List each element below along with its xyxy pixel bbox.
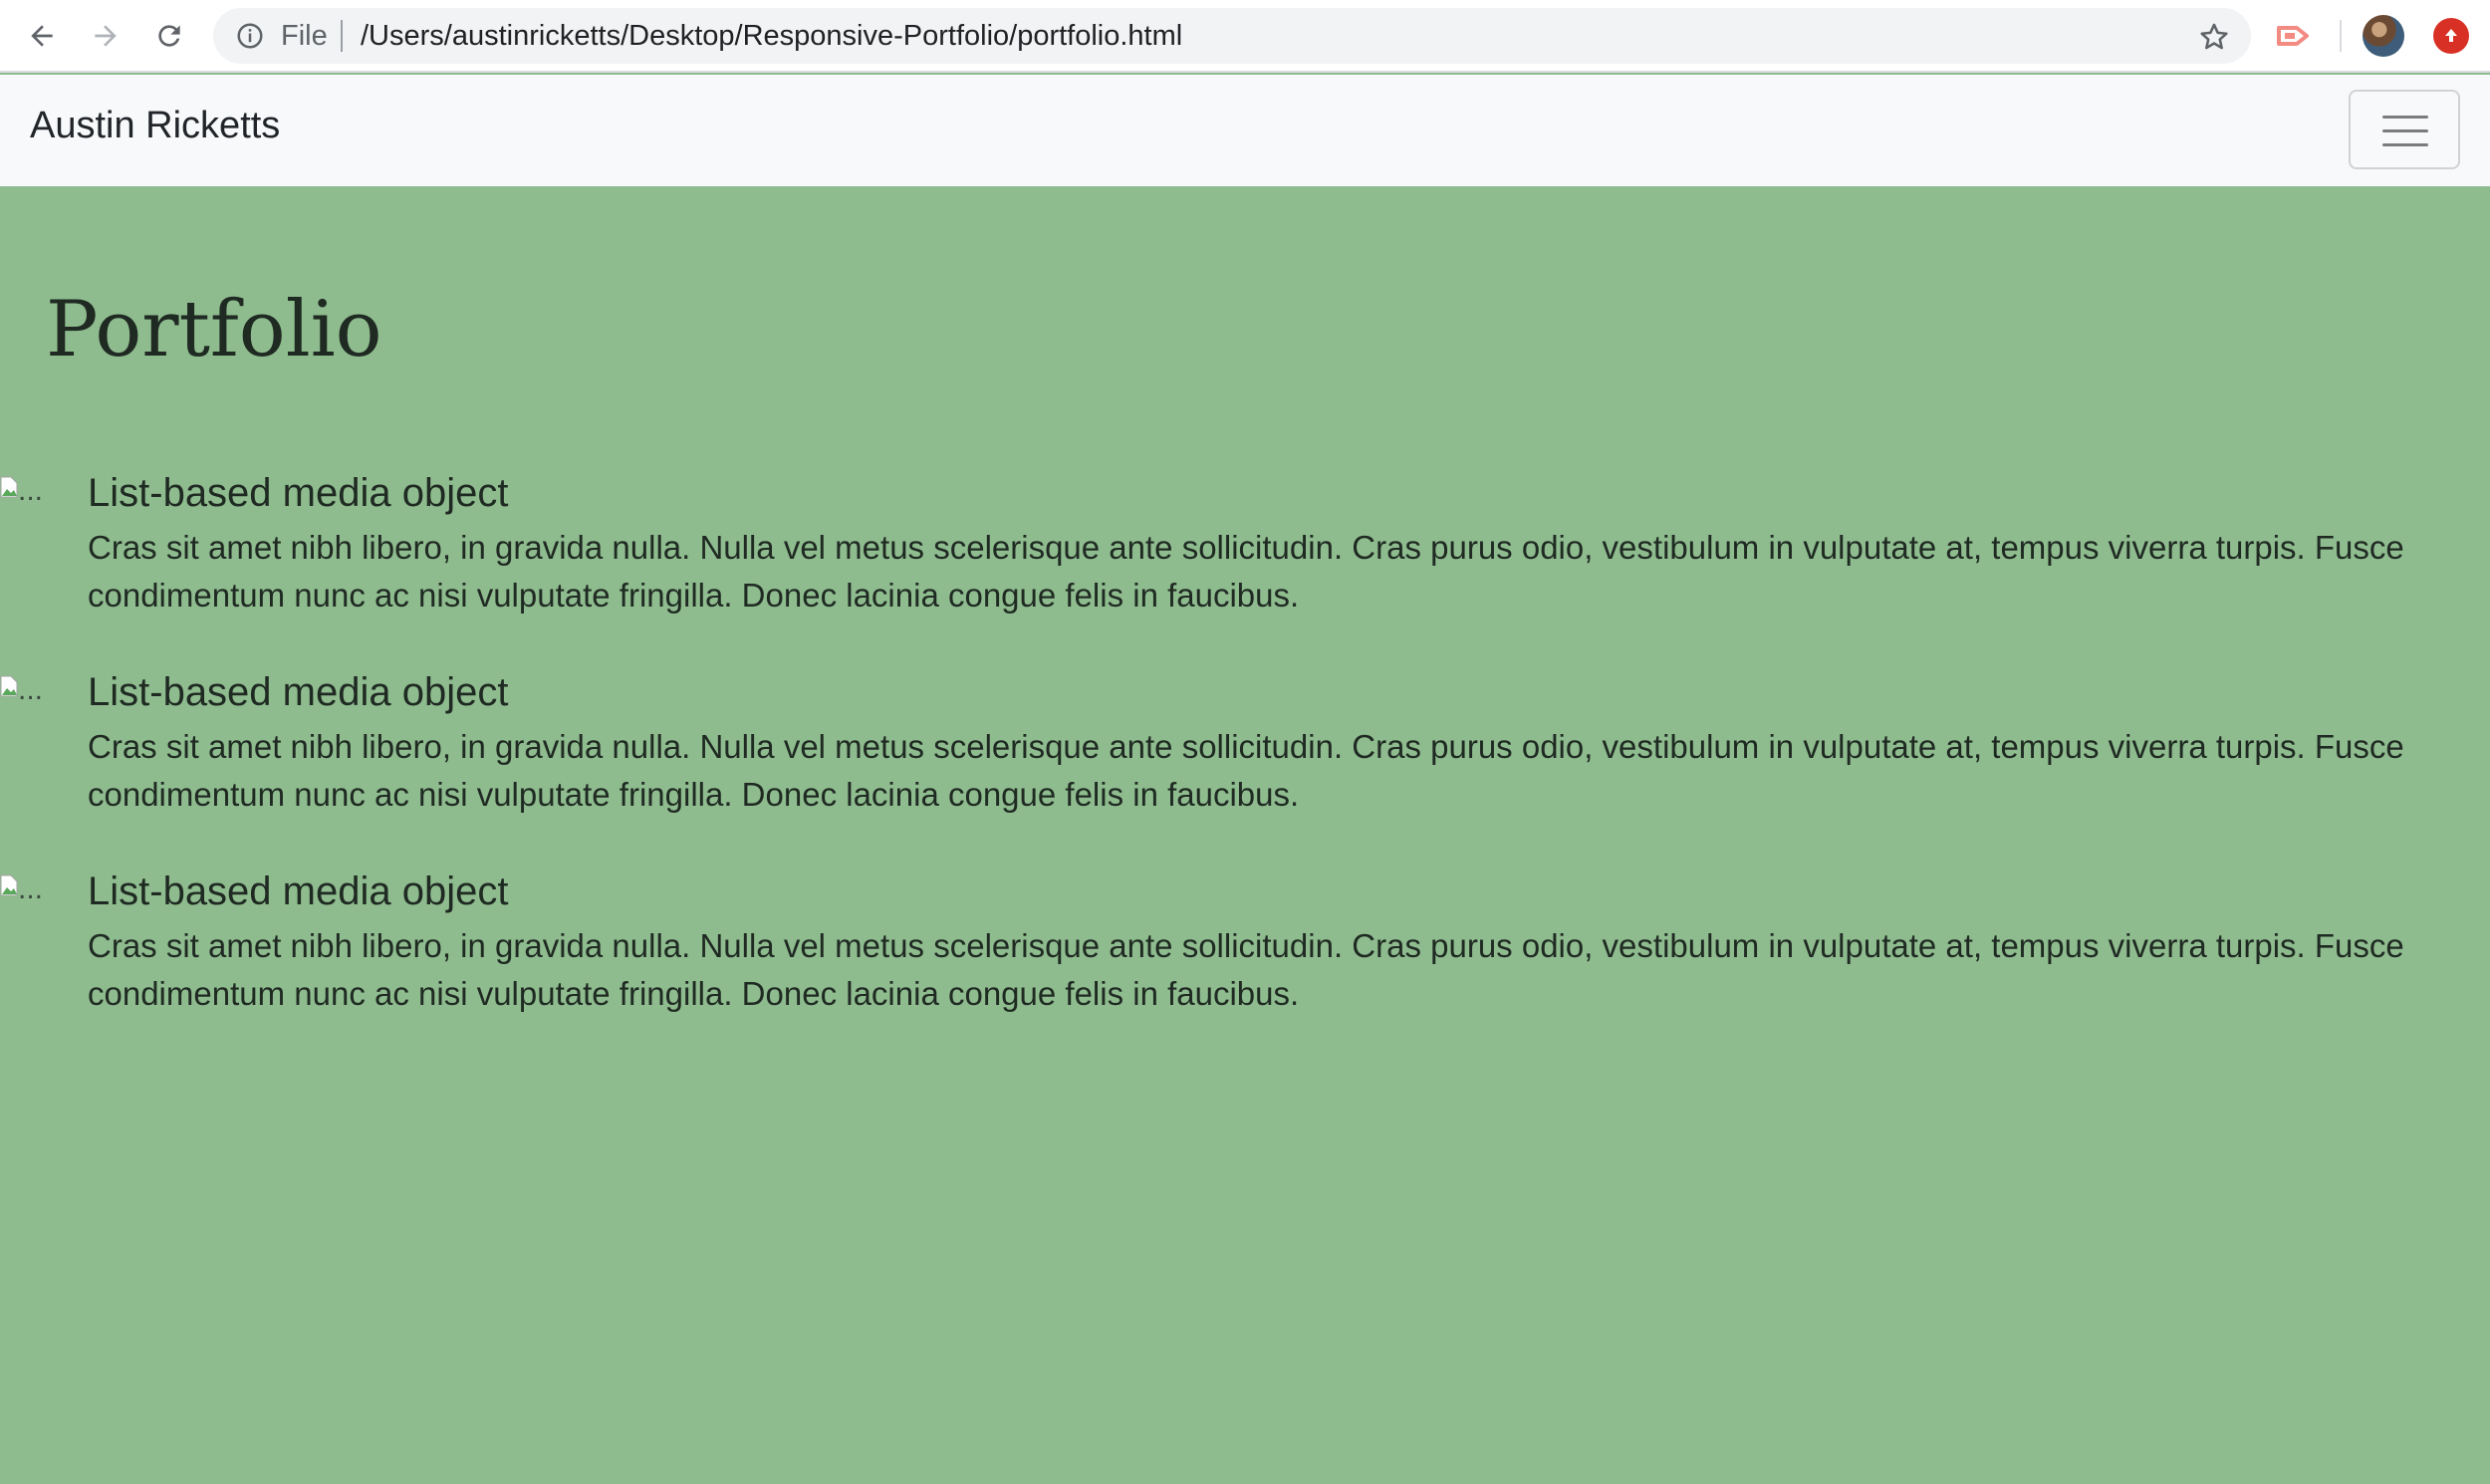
media-item: ... List-based media object Cras sit ame… [0,866,2490,1066]
media-text: Cras sit amet nibh libero, in gravida nu… [88,529,2404,614]
navbar-toggler-button[interactable] [2349,90,2460,169]
url-text[interactable]: /Users/austinricketts/Desktop/Responsive… [361,20,1182,53]
media-body: List-based media object Cras sit amet ni… [88,866,2408,1018]
update-icon[interactable] [2433,18,2469,54]
hamburger-icon [2382,116,2428,119]
url-scheme-label: File [281,20,328,52]
broken-image-icon [0,874,18,896]
toolbar-divider [2340,20,2342,52]
browser-toolbar: File /Users/austinricketts/Desktop/Respo… [0,0,2490,73]
media-image-alt: ... [18,673,44,706]
arrow-left-icon [31,25,53,47]
back-button[interactable] [20,14,64,58]
media-heading: List-based media object [88,869,509,913]
page-title: Portfolio [46,285,382,374]
media-body: List-based media object Cras sit amet ni… [88,468,2408,619]
hamburger-icon-bar [2382,143,2428,146]
broken-image-icon [0,675,18,697]
hamburger-icon-bar [2382,129,2428,132]
address-bar[interactable]: File /Users/austinricketts/Desktop/Respo… [213,8,2251,64]
reload-button[interactable] [147,14,191,58]
site-navbar: Austin Ricketts [0,75,2490,186]
media-image-alt: ... [18,474,44,507]
media-list: ... List-based media object Cras sit ame… [0,468,2490,1066]
media-heading: List-based media object [88,471,509,515]
info-icon[interactable] [235,21,265,51]
media-body: List-based media object Cras sit amet ni… [88,667,2408,819]
media-item: ... List-based media object Cras sit ame… [0,468,2490,667]
reload-icon [158,25,180,47]
profile-avatar[interactable] [2363,15,2404,57]
arrow-right-icon [95,25,117,47]
arrow-up-icon [2445,29,2457,42]
media-image: ... [0,872,56,906]
broken-image-icon [0,476,18,498]
forward-button[interactable] [84,14,127,58]
extension-icon[interactable] [2275,18,2315,54]
media-image-alt: ... [18,872,44,905]
media-item: ... List-based media object Cras sit ame… [0,667,2490,866]
media-image: ... [0,673,56,707]
media-image: ... [0,474,56,508]
media-text: Cras sit amet nibh libero, in gravida nu… [88,927,2404,1012]
media-text: Cras sit amet nibh libero, in gravida nu… [88,728,2404,813]
navbar-brand[interactable]: Austin Ricketts [30,105,280,147]
url-separator [341,20,343,52]
bookmark-star-icon[interactable] [2197,20,2231,54]
media-heading: List-based media object [88,670,509,714]
